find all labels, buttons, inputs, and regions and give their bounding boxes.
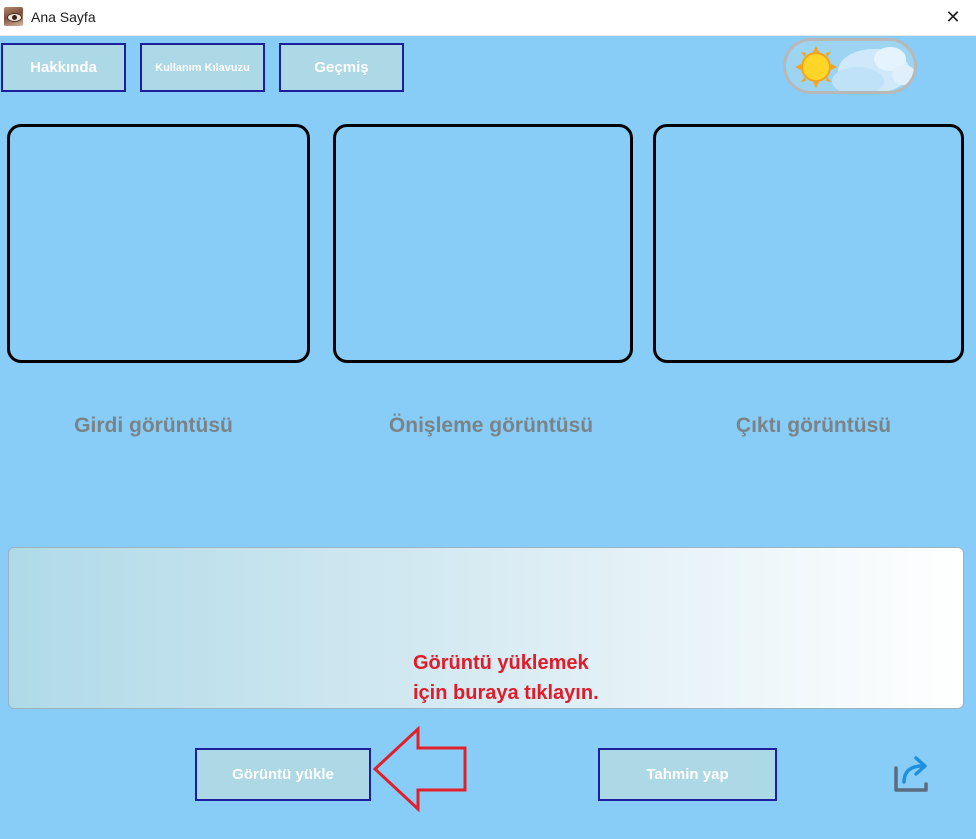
- input-image-panel: [7, 124, 310, 363]
- user-guide-button[interactable]: Kullanım Kılavuzu: [140, 43, 265, 92]
- window-title: Ana Sayfa: [31, 9, 96, 25]
- upload-hint-text: Görüntü yüklemek için buraya tıklayın.: [413, 652, 599, 704]
- theme-toggle[interactable]: [783, 38, 917, 94]
- arrow-left-annotation: [372, 726, 467, 812]
- close-icon[interactable]: ✕: [930, 0, 976, 35]
- about-button[interactable]: Hakkında: [1, 43, 126, 92]
- output-image-caption: Çıktı görüntüsü: [735, 414, 892, 437]
- preprocessed-image-caption: Önişleme görüntüsü: [388, 414, 594, 437]
- sun-cloud-icon: [795, 46, 914, 91]
- upload-image-button[interactable]: Görüntü yükle: [195, 748, 371, 801]
- input-image-caption: Girdi görüntüsü: [74, 414, 233, 437]
- preprocessed-image-panel: [333, 124, 633, 363]
- history-button[interactable]: Geçmiş: [279, 43, 404, 92]
- share-icon[interactable]: [892, 754, 932, 794]
- title-bar: Ana Sayfa ✕: [0, 0, 976, 36]
- output-image-panel: [653, 124, 964, 363]
- eye-icon: [4, 7, 23, 26]
- predict-button[interactable]: Tahmin yap: [598, 748, 777, 801]
